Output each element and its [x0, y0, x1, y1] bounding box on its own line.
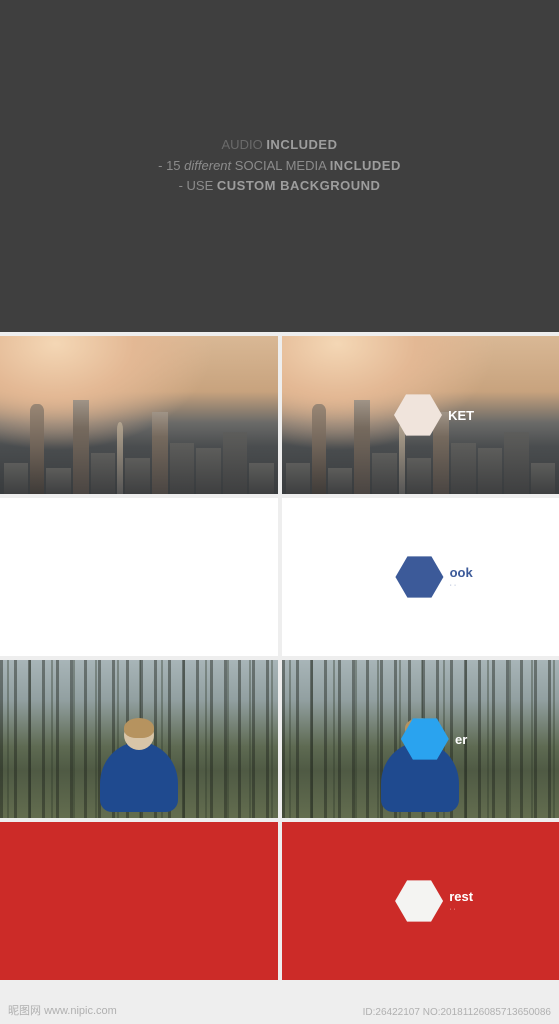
watermark-site: 昵图网 — [8, 1005, 41, 1017]
pinterest-overlay: rest · · — [395, 880, 473, 922]
preview-row-1: KET — [0, 336, 559, 494]
forest-thumbnail-right: er — [282, 660, 559, 818]
hexagon-icon — [401, 718, 449, 760]
facebook-overlay: ook · · — [396, 556, 473, 598]
twitter-label: er — [455, 732, 467, 747]
city-skyline — [0, 391, 278, 494]
image-no: NO:20181126085713650086 — [423, 1007, 551, 1018]
facebook-sub: · · — [450, 582, 473, 589]
preview-row-3: er — [0, 660, 559, 818]
preview-row-4: rest · · — [0, 822, 559, 980]
red-thumbnail-left — [0, 822, 278, 980]
image-id: ID:26422107 — [363, 1007, 420, 1018]
city-overlay: KET — [394, 394, 474, 436]
preview-row-2: ook · · — [0, 498, 559, 656]
feature-1-prefix: AUDIO — [222, 137, 263, 152]
watermark: 昵图网 www.nipic.com — [8, 1002, 117, 1018]
hexagon-icon — [394, 394, 442, 436]
image-meta: ID:26422107 NO:20181126085713650086 — [363, 1007, 551, 1018]
pinterest-thumbnail: rest · · — [282, 822, 559, 980]
feature-2-bold: INCLUDED — [330, 158, 401, 173]
city-thumbnail-left — [0, 336, 278, 494]
feature-2-prefix: - 15 — [158, 158, 180, 173]
person-figure — [100, 720, 178, 818]
feature-line-1: AUDIO INCLUDED — [222, 135, 338, 156]
feature-2-italic: different — [184, 158, 231, 173]
pinterest-sub: · · — [449, 906, 473, 913]
facebook-thumbnail: ook · · — [282, 498, 559, 656]
feature-line-3: - USE CUSTOM BACKGROUND — [179, 176, 381, 197]
city-overlay-label: KET — [448, 408, 474, 423]
city-thumbnail-right: KET — [282, 336, 559, 494]
feature-3-prefix: - USE — [179, 178, 214, 193]
watermark-url: www.nipic.com — [44, 1005, 117, 1017]
feature-1-bold: INCLUDED — [266, 137, 337, 152]
twitter-overlay: er — [401, 718, 467, 760]
forest-thumbnail-left — [0, 660, 278, 818]
hexagon-icon — [395, 880, 443, 922]
pinterest-label: rest — [449, 889, 473, 904]
hexagon-icon — [396, 556, 444, 598]
facebook-label: ook — [450, 565, 473, 580]
hero-features: AUDIO INCLUDED - 15 different SOCIAL MED… — [0, 0, 559, 332]
feature-3-bold: CUSTOM BACKGROUND — [217, 178, 381, 193]
white-thumbnail-left — [0, 498, 278, 656]
feature-2-rest: SOCIAL MEDIA — [235, 158, 326, 173]
feature-line-2: - 15 different SOCIAL MEDIA INCLUDED — [158, 156, 401, 177]
